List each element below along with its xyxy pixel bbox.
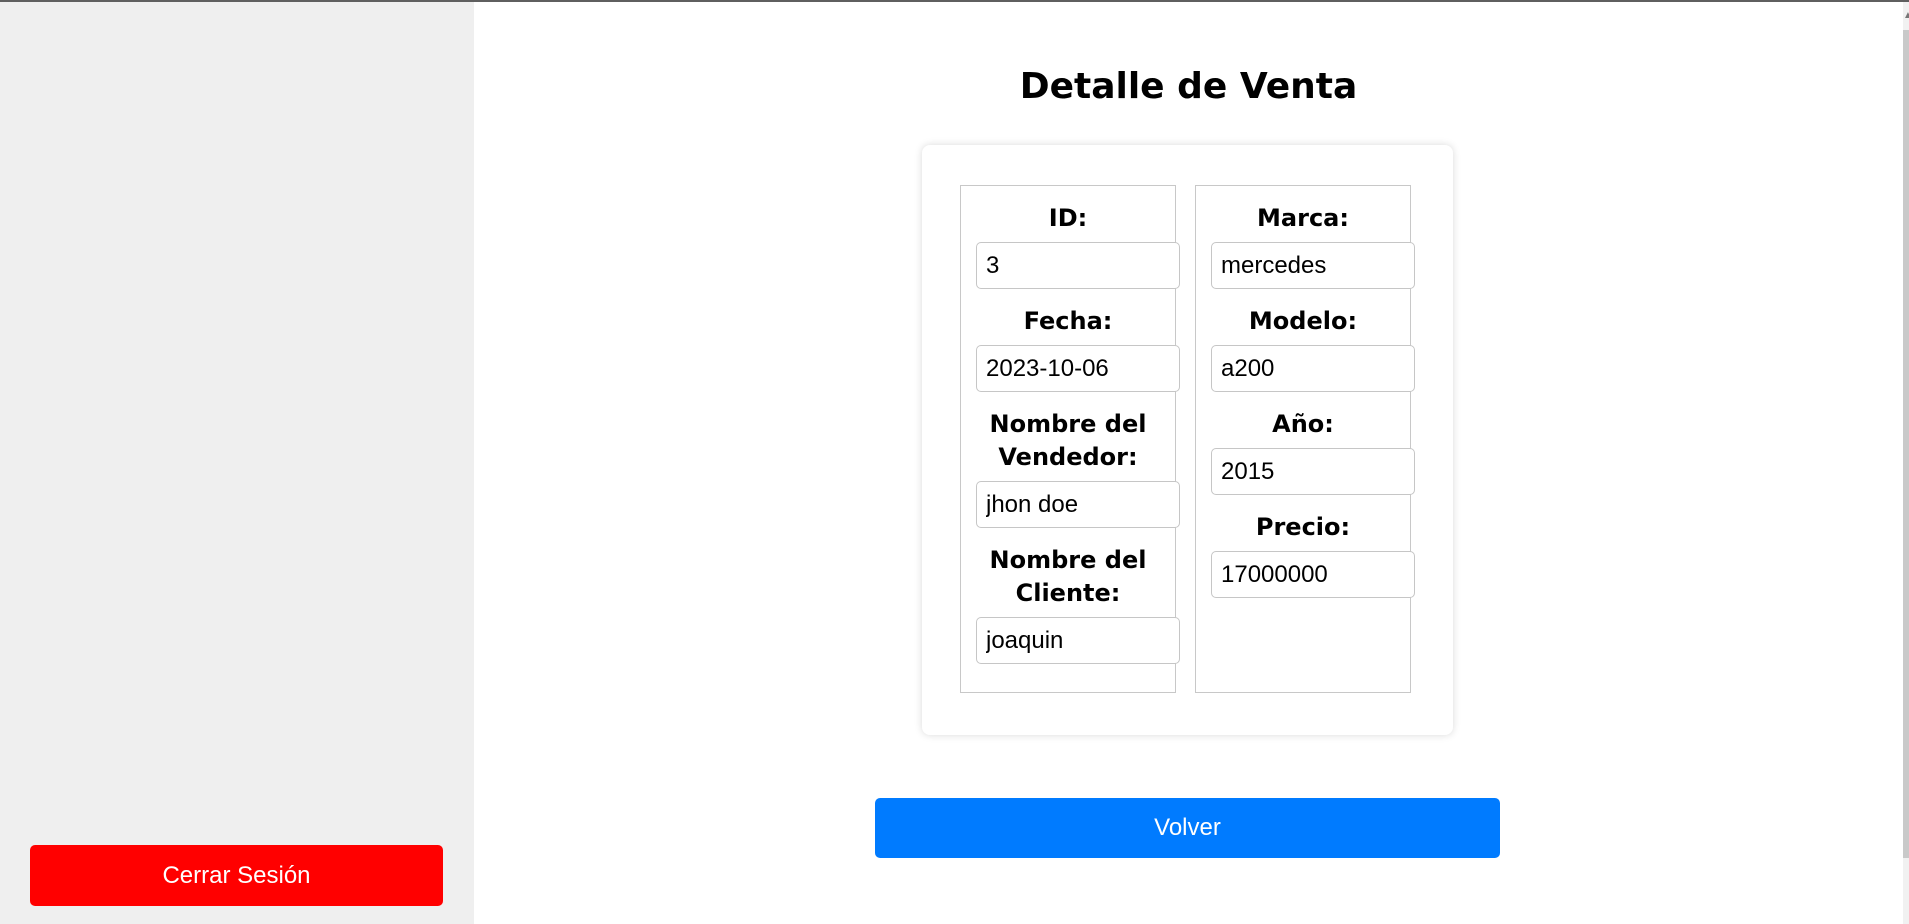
date-label: Fecha:	[1023, 307, 1113, 335]
year-label: Año:	[1272, 410, 1334, 438]
page-title: Detalle de Venta	[1019, 66, 1358, 107]
scroll-up-icon[interactable]: ▲	[1903, 8, 1909, 24]
page-scrollbar[interactable]: ▲	[1903, 2, 1909, 924]
model-field[interactable]	[1211, 345, 1415, 392]
main-content: Detalle de Venta ID: Fecha: Nombre del V…	[474, 2, 1903, 924]
id-label: ID:	[1048, 204, 1088, 232]
price-field[interactable]	[1211, 551, 1415, 598]
sidebar: Cerrar Sesión	[0, 2, 474, 924]
year-field[interactable]	[1211, 448, 1415, 495]
back-button[interactable]: Volver	[875, 798, 1500, 858]
client-name-label: Nombre del Cliente:	[989, 546, 1147, 607]
scrollbar-thumb[interactable]	[1903, 30, 1909, 858]
sale-info-column: ID: Fecha: Nombre del Vendedor: Nombre d…	[960, 185, 1180, 693]
logout-button[interactable]: Cerrar Sesión	[30, 845, 443, 906]
seller-name-field[interactable]	[976, 481, 1180, 528]
sale-detail-card: ID: Fecha: Nombre del Vendedor: Nombre d…	[922, 145, 1453, 735]
vehicle-info-column: Marca: Modelo: Año: Precio:	[1195, 185, 1415, 693]
id-field[interactable]	[976, 242, 1180, 289]
model-label: Modelo:	[1248, 307, 1358, 335]
seller-name-label: Nombre del Vendedor:	[989, 410, 1147, 471]
brand-field[interactable]	[1211, 242, 1415, 289]
price-label: Precio:	[1255, 513, 1351, 541]
brand-label: Marca:	[1257, 204, 1349, 232]
date-field[interactable]	[976, 345, 1180, 392]
client-name-field[interactable]	[976, 617, 1180, 664]
